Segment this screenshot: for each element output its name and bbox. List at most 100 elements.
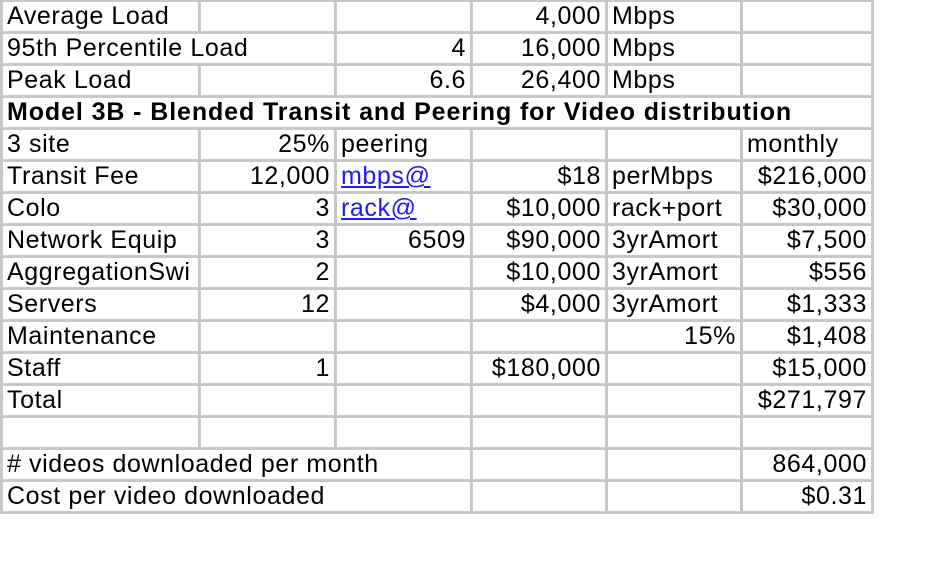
cell-empty[interactable] xyxy=(470,383,608,418)
cost-row-staff: Staff 1 $180,000 $15,000 xyxy=(0,351,874,386)
cell-label[interactable]: 3 site xyxy=(0,127,201,162)
cell-empty[interactable] xyxy=(470,415,608,450)
cell-basis[interactable]: perMbps xyxy=(605,159,743,194)
load-row-average: Average Load 4,000 Mbps xyxy=(0,0,874,34)
cell-basis[interactable]: 3yrAmort xyxy=(605,287,743,322)
load-row-peak: Peak Load 6.6 26,400 Mbps xyxy=(0,63,874,98)
cell-empty[interactable] xyxy=(740,31,874,66)
cell-label[interactable]: Staff xyxy=(0,351,201,386)
cell-unit-cost[interactable]: $18 xyxy=(470,159,608,194)
cell-unit-cost[interactable]: $90,000 xyxy=(470,223,608,258)
videos-value[interactable]: 864,000 xyxy=(740,447,874,482)
cell-qty[interactable]: 1 xyxy=(198,351,337,386)
total-monthly[interactable]: $271,797 xyxy=(740,383,874,418)
note-link[interactable]: mbps@ xyxy=(341,164,431,190)
cell-empty[interactable] xyxy=(470,127,608,162)
cell-empty[interactable] xyxy=(740,0,874,34)
cell-note[interactable]: 6509 xyxy=(334,223,473,258)
cell-monthly[interactable]: $556 xyxy=(740,255,874,290)
cell-label[interactable]: Servers xyxy=(0,287,201,322)
cell-basis[interactable]: 15% xyxy=(605,319,743,354)
cell-empty[interactable] xyxy=(198,383,337,418)
cell-unit[interactable]: Mbps xyxy=(605,31,743,66)
cell-value[interactable]: 26,400 xyxy=(470,63,608,98)
cell-label[interactable]: Peak Load xyxy=(0,63,201,98)
cell-monthly[interactable]: $30,000 xyxy=(740,191,874,226)
cost-row-colo: Colo 3 rack@ $10,000 rack+port $30,000 xyxy=(0,191,874,226)
total-label[interactable]: Total xyxy=(0,383,201,418)
cell-value[interactable]: 4,000 xyxy=(470,0,608,34)
cell-empty[interactable] xyxy=(334,415,473,450)
cell-qty[interactable]: 12 xyxy=(198,287,337,322)
site-row: 3 site 25% peering monthly xyxy=(0,127,874,162)
cell-empty[interactable] xyxy=(605,383,743,418)
cell-note[interactable]: rack@ xyxy=(334,191,473,226)
cell-unit-cost[interactable]: $4,000 xyxy=(470,287,608,322)
cell-empty[interactable] xyxy=(605,447,743,482)
cell-empty[interactable] xyxy=(334,383,473,418)
cell-monthly[interactable]: $1,333 xyxy=(740,287,874,322)
cell-note[interactable] xyxy=(334,351,473,386)
total-row: Total $271,797 xyxy=(0,383,874,418)
cell-empty[interactable] xyxy=(605,127,743,162)
cell-unit-cost[interactable]: $180,000 xyxy=(470,351,608,386)
cell-note[interactable] xyxy=(334,319,473,354)
cell-empty[interactable] xyxy=(470,479,608,514)
cell-monthly[interactable]: $1,408 xyxy=(740,319,874,354)
cost-per-video-value[interactable]: $0.31 xyxy=(740,479,874,514)
cell-unit-cost[interactable]: $10,000 xyxy=(470,191,608,226)
cell-monthly[interactable]: $15,000 xyxy=(740,351,874,386)
cost-per-video-row: Cost per video downloaded $0.31 xyxy=(0,479,874,514)
cell-empty[interactable] xyxy=(470,447,608,482)
cell-unit-cost[interactable]: $10,000 xyxy=(470,255,608,290)
cell-basis[interactable] xyxy=(605,351,743,386)
videos-label[interactable]: # videos downloaded per month xyxy=(0,447,473,482)
cell-unit-cost[interactable] xyxy=(470,319,608,354)
cell-empty[interactable] xyxy=(334,0,473,34)
cell-empty[interactable] xyxy=(740,63,874,98)
cell-qty[interactable]: 3 xyxy=(198,191,337,226)
cell-basis[interactable]: 3yrAmort xyxy=(605,255,743,290)
cell-label[interactable]: Maintenance xyxy=(0,319,201,354)
cell-basis[interactable]: rack+port xyxy=(605,191,743,226)
cell-label[interactable]: AggregationSwi xyxy=(0,255,201,290)
note-link[interactable]: rack@ xyxy=(341,196,417,222)
cell-monthly[interactable]: $7,500 xyxy=(740,223,874,258)
cell-empty[interactable] xyxy=(740,415,874,450)
cell-empty[interactable] xyxy=(198,415,337,450)
cell-empty[interactable] xyxy=(605,415,743,450)
cell-value[interactable]: 16,000 xyxy=(470,31,608,66)
cost-row-network-equip: Network Equip 3 6509 $90,000 3yrAmort $7… xyxy=(0,223,874,258)
cell-peering[interactable]: peering xyxy=(334,127,473,162)
cell-percent[interactable]: 25% xyxy=(198,127,337,162)
cell-basis[interactable]: 3yrAmort xyxy=(605,223,743,258)
cell-multiplier[interactable] xyxy=(198,0,337,34)
cell-label[interactable]: 95th Percentile Load xyxy=(0,31,337,66)
cost-row-aggregation-switch: AggregationSwi 2 $10,000 3yrAmort $556 xyxy=(0,255,874,290)
cell-label[interactable]: Network Equip xyxy=(0,223,201,258)
cell-label[interactable]: Colo xyxy=(0,191,201,226)
cell-empty[interactable] xyxy=(198,63,337,98)
cell-monthly[interactable]: $216,000 xyxy=(740,159,874,194)
cell-label[interactable]: Transit Fee xyxy=(0,159,201,194)
cell-empty[interactable] xyxy=(605,479,743,514)
model-title[interactable]: Model 3B - Blended Transit and Peering f… xyxy=(0,95,874,130)
cost-row-transit-fee: Transit Fee 12,000 mbps@ $18 perMbps $21… xyxy=(0,159,874,194)
cell-note[interactable]: mbps@ xyxy=(334,159,473,194)
cell-qty[interactable]: 12,000 xyxy=(198,159,337,194)
cell-note[interactable] xyxy=(334,255,473,290)
cell-qty[interactable] xyxy=(198,319,337,354)
spreadsheet-table: Average Load 4,000 Mbps 95th Percentile … xyxy=(0,0,874,514)
monthly-header[interactable]: monthly xyxy=(740,127,874,162)
cell-unit[interactable]: Mbps xyxy=(605,0,743,34)
cell-empty[interactable] xyxy=(0,415,201,450)
cell-multiplier[interactable]: 4 xyxy=(334,31,473,66)
cell-note[interactable] xyxy=(334,287,473,322)
cell-unit[interactable]: Mbps xyxy=(605,63,743,98)
cell-multiplier[interactable]: 6.6 xyxy=(334,63,473,98)
videos-row: # videos downloaded per month 864,000 xyxy=(0,447,874,482)
cell-label[interactable]: Average Load xyxy=(0,0,201,34)
cost-per-video-label[interactable]: Cost per video downloaded xyxy=(0,479,473,514)
cell-qty[interactable]: 2 xyxy=(198,255,337,290)
cell-qty[interactable]: 3 xyxy=(198,223,337,258)
